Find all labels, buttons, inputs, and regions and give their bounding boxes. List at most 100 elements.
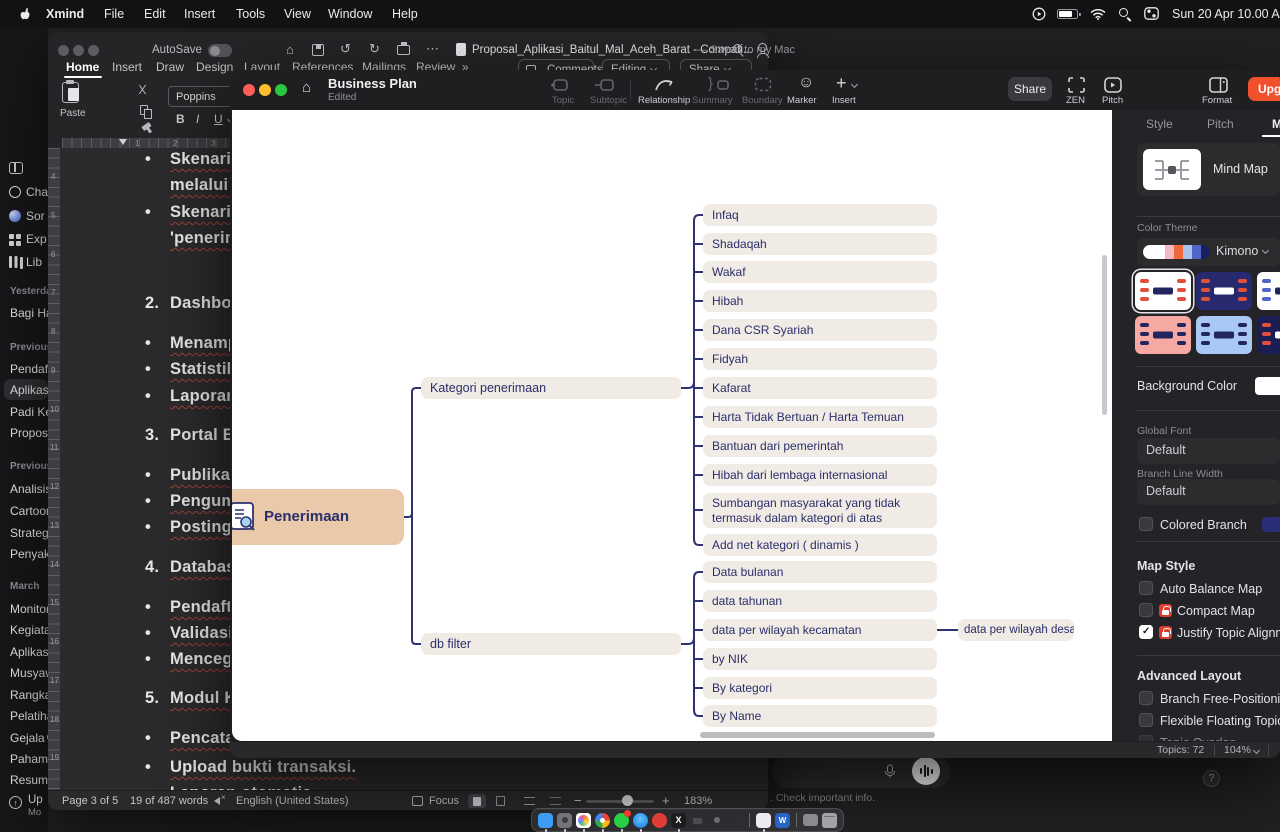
control-center-icon[interactable] — [1144, 7, 1159, 20]
branch-free-checkbox[interactable] — [1139, 691, 1153, 705]
word-count[interactable]: 19 of 487 words — [130, 795, 208, 807]
tab-insert[interactable]: Insert — [112, 60, 142, 74]
nav-sora[interactable]: Sor — [26, 209, 45, 223]
dock-xmind-icon[interactable]: X — [671, 813, 686, 828]
marker-label[interactable]: Marker — [787, 95, 817, 106]
theme-thumbnail[interactable] — [1257, 272, 1280, 310]
chat-item[interactable]: Aplikasi — [10, 645, 48, 659]
chat-item[interactable]: Kegiatan — [10, 623, 48, 637]
menu-edit[interactable]: Edit — [144, 7, 166, 21]
dock-app-icon[interactable] — [728, 813, 743, 828]
zoom-slider-knob[interactable] — [622, 795, 633, 806]
chat-item[interactable]: Gejala — [10, 731, 45, 745]
paste-clipboard-icon[interactable] — [62, 82, 79, 103]
chat-item[interactable]: Bagi Has — [10, 306, 48, 320]
chat-item[interactable]: Cartoon — [10, 504, 48, 518]
menu-clock[interactable]: Sun 20 Apr 10.00 AM — [1172, 7, 1280, 21]
chat-item[interactable]: Resume — [10, 773, 48, 787]
subtopic[interactable]: Sumbangan masyarakat yang tidak termasuk… — [703, 493, 937, 528]
home-icon[interactable]: ⌂ — [286, 42, 294, 57]
subtopic[interactable]: data per wilayah kecamatan — [703, 619, 937, 641]
subtopic[interactable]: data per wilayah desa — [958, 619, 1074, 641]
dock-whatsapp-icon[interactable] — [614, 813, 629, 828]
share-user-icon[interactable] — [758, 43, 767, 52]
dock-finder-icon[interactable] — [538, 813, 553, 828]
topic-label[interactable]: Topic — [552, 95, 574, 106]
menu-file[interactable]: File — [104, 7, 124, 21]
format-label[interactable]: Format — [1202, 95, 1232, 106]
zoom-icon[interactable] — [275, 84, 287, 96]
view-draft[interactable] — [550, 797, 561, 805]
subtopic[interactable]: Hibah — [703, 290, 937, 312]
chatgpt-composer[interactable] — [772, 754, 950, 788]
read-aloud-icon[interactable] — [214, 797, 220, 805]
format-painter-icon[interactable] — [141, 122, 151, 131]
subtopic-icon[interactable] — [594, 78, 614, 92]
minimize-icon[interactable] — [259, 84, 271, 96]
tab-map[interactable]: Map — [1272, 117, 1280, 131]
chat-item[interactable]: Proposa — [10, 426, 48, 440]
wifi-icon[interactable] — [1090, 8, 1106, 20]
summary-label[interactable]: Summary — [692, 95, 733, 106]
auto-balance-checkbox[interactable] — [1139, 581, 1153, 595]
chat-item[interactable]: Penyakit — [10, 547, 48, 561]
dock-trash-icon[interactable] — [822, 813, 837, 828]
relationship-label[interactable]: Relationship — [638, 95, 690, 106]
menu-view[interactable]: View — [284, 7, 311, 21]
zoom-in-button[interactable]: + — [662, 793, 670, 808]
tab-home[interactable]: Home — [66, 60, 99, 74]
vertical-scrollbar[interactable] — [1102, 255, 1107, 415]
view-print-layout[interactable] — [468, 794, 486, 808]
underline-button[interactable]: U — [214, 112, 223, 126]
dock-camera-icon[interactable] — [709, 813, 724, 828]
italic-button[interactable]: I — [196, 112, 199, 126]
subtopic[interactable]: Data bulanan — [703, 561, 937, 583]
format-icon[interactable] — [1209, 77, 1228, 93]
horizontal-scrollbar[interactable] — [700, 732, 935, 738]
topic-icon[interactable] — [550, 78, 568, 92]
subtopic[interactable]: Add net kategori ( dinamis ) — [703, 534, 937, 556]
subtopic[interactable]: Harta Tidak Bertuan / Harta Temuan — [703, 406, 937, 428]
zoom-icon[interactable] — [88, 45, 99, 56]
voice-mode-button[interactable] — [912, 757, 940, 785]
subtopic[interactable]: by NIK — [703, 648, 937, 670]
subtopic[interactable]: Hibah dari lembaga internasional — [703, 464, 937, 486]
theme-thumbnail-selected[interactable] — [1135, 272, 1191, 310]
subtopic-label[interactable]: Subtopic — [590, 95, 627, 106]
page-indicator[interactable]: Page 3 of 5 — [62, 795, 118, 807]
chat-item[interactable]: Analisis — [10, 482, 48, 496]
search-icon[interactable] — [733, 44, 742, 53]
menu-help[interactable]: Help — [392, 7, 418, 21]
cut-icon[interactable] — [138, 85, 148, 95]
dock-folder-icon[interactable] — [690, 813, 705, 828]
mic-icon[interactable] — [884, 764, 896, 778]
menu-tools[interactable]: Tools — [236, 7, 265, 21]
subtopic[interactable]: Shadaqah — [703, 233, 937, 255]
justify-alignment-checkbox[interactable] — [1139, 625, 1153, 639]
theme-select[interactable]: Kimono — [1137, 238, 1280, 266]
focus-toggle[interactable]: Focus — [429, 795, 459, 807]
relationship-icon[interactable] — [654, 76, 676, 92]
zoom-out-button[interactable]: − — [574, 793, 582, 808]
chat-item[interactable]: Monitori — [10, 602, 48, 616]
save-icon[interactable] — [312, 44, 324, 56]
pitch-icon[interactable] — [1104, 77, 1122, 93]
nav-explore[interactable]: Exp — [26, 232, 47, 246]
theme-thumbnail[interactable] — [1257, 316, 1280, 354]
copy-icon[interactable] — [140, 105, 148, 115]
view-outline[interactable] — [524, 797, 535, 805]
more-icon[interactable]: ⋯ — [426, 41, 439, 57]
zoom-level[interactable]: 104% — [1224, 744, 1251, 756]
marker-icon[interactable]: ☺ — [798, 74, 814, 92]
flexible-floating-checkbox[interactable] — [1139, 713, 1153, 727]
indent-marker[interactable] — [119, 139, 127, 145]
dock-minimized-window[interactable] — [803, 814, 818, 826]
global-font-select[interactable]: Default — [1137, 438, 1280, 464]
menu-window[interactable]: Window — [328, 7, 372, 21]
sidebar-toggle-icon[interactable] — [9, 162, 23, 174]
zoom-slider-track[interactable] — [586, 800, 654, 803]
battery-icon[interactable] — [1057, 9, 1078, 19]
print-icon[interactable] — [397, 45, 410, 55]
subtopic[interactable]: Wakaf — [703, 261, 937, 283]
subtopic[interactable]: Bantuan dari pemerintah — [703, 435, 937, 457]
